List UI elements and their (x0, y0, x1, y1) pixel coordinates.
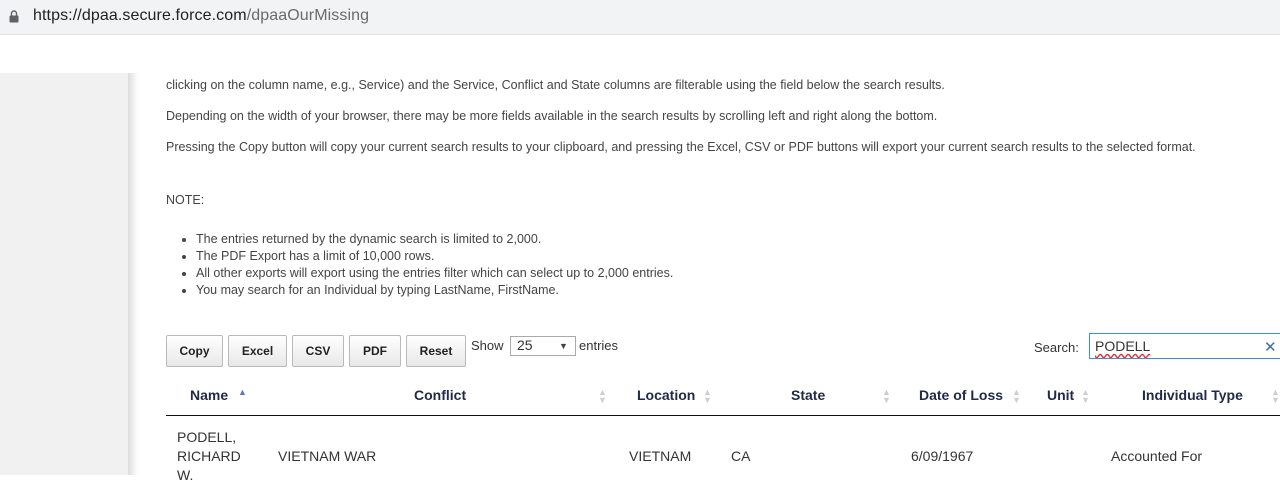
cell-location: VIETNAM (629, 448, 692, 464)
column-header-state[interactable]: State (791, 387, 825, 403)
left-rail (0, 73, 128, 475)
copy-button[interactable]: Copy (166, 335, 223, 367)
cell-date-of-loss: 6/09/1967 (911, 448, 974, 464)
column-header-date-of-loss[interactable]: Date of Loss (919, 387, 1003, 403)
page-length-select[interactable]: 25 ▼ (510, 336, 576, 356)
instruction-paragraph-1: clicking on the column name, e.g., Servi… (166, 78, 945, 92)
sort-arrows-icon: ▲ ▼ (1271, 387, 1280, 405)
entries-label: entries (579, 338, 619, 353)
cell-name-line: PODELL, (177, 429, 237, 445)
column-header-name[interactable]: Name (190, 387, 228, 403)
sort-arrows-icon: ▲ ▼ (703, 387, 712, 405)
chevron-down-icon: ▼ (559, 341, 568, 351)
note-item: The entries returned by the dynamic sear… (196, 231, 673, 248)
cell-conflict: VIETNAM WAR (278, 448, 377, 464)
note-item: All other exports will export using the … (196, 265, 673, 282)
excel-button[interactable]: Excel (228, 335, 287, 367)
sort-arrows-icon: ▲ ▼ (1081, 387, 1090, 405)
url-host: https://dpaa.secure.force.com (33, 7, 247, 24)
url-path: /dpaaOurMissing (246, 7, 370, 24)
search-value: PODELL (1095, 338, 1151, 354)
address-bar[interactable]: https://dpaa.secure.force.com/dpaaOurMis… (0, 0, 1280, 35)
note-label: NOTE: (166, 193, 205, 207)
pdf-button[interactable]: PDF (349, 335, 401, 367)
show-label: Show (471, 338, 504, 353)
content-shadow (128, 73, 140, 475)
instruction-paragraph-2: Depending on the width of your browser, … (166, 109, 938, 123)
sort-arrows-icon: ▲ ▼ (598, 387, 607, 405)
note-item: The PDF Export has a limit of 10,000 row… (196, 248, 673, 265)
clear-icon[interactable]: ✕ (1264, 338, 1277, 356)
lock-icon (9, 10, 19, 23)
column-header-individual-type[interactable]: Individual Type (1142, 387, 1243, 403)
page-length-value: 25 (517, 337, 533, 353)
column-header-location[interactable]: Location (637, 387, 695, 403)
notes-list: The entries returned by the dynamic sear… (166, 231, 673, 299)
column-header-conflict[interactable]: Conflict (414, 387, 466, 403)
sort-arrows-icon: ▲ ▼ (882, 387, 891, 405)
search-input[interactable]: PODELL (1089, 333, 1280, 359)
toolbar-gap (0, 35, 1280, 73)
url-text[interactable]: https://dpaa.secure.force.com/dpaaOurMis… (33, 7, 369, 25)
reset-button[interactable]: Reset (406, 335, 466, 367)
column-header-unit[interactable]: Unit (1047, 387, 1074, 403)
csv-button[interactable]: CSV (292, 335, 344, 367)
sort-asc-icon: ▲ (238, 387, 247, 397)
cell-name-line: RICHARD (177, 448, 241, 464)
instruction-paragraph-3: Pressing the Copy button will copy your … (166, 140, 1196, 154)
search-label: Search: (1034, 340, 1079, 355)
note-item: You may search for an Individual by typi… (196, 282, 673, 299)
cell-state: CA (731, 448, 751, 464)
cell-individual-type: Accounted For (1111, 448, 1203, 464)
sort-arrows-icon: ▲ ▼ (1012, 387, 1021, 405)
cell-name-line: W. (177, 467, 194, 483)
table-header-divider (166, 415, 1280, 416)
